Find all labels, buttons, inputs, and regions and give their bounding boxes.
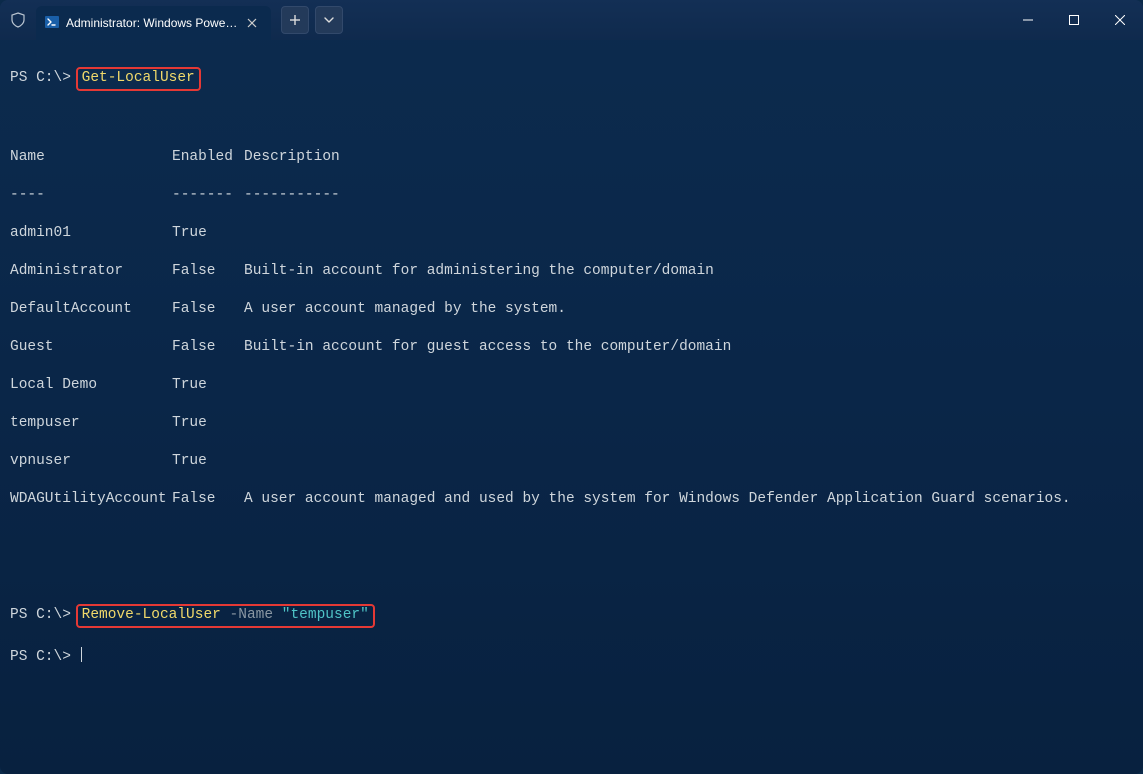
tab-active[interactable]: Administrator: Windows Powe… xyxy=(36,6,271,40)
command-text: Get-LocalUser xyxy=(82,70,195,86)
col-header-name: Name xyxy=(10,148,172,167)
uac-shield-icon xyxy=(0,0,36,40)
col-div: ------- xyxy=(172,186,244,205)
cell-name: admin01 xyxy=(10,224,172,243)
cell-name: Guest xyxy=(10,338,172,357)
cell-description: Built-in account for administering the c… xyxy=(244,262,714,281)
title-bar[interactable]: Administrator: Windows Powe… xyxy=(0,0,1143,40)
minimize-button[interactable] xyxy=(1005,0,1051,40)
cell-description: Built-in account for guest access to the… xyxy=(244,338,731,357)
cell-enabled: True xyxy=(172,224,244,243)
cell-name: Administrator xyxy=(10,262,172,281)
table-row: WDAGUtilityAccountFalseA user account ma… xyxy=(10,490,1133,509)
powershell-icon xyxy=(44,14,60,33)
table-row: DefaultAccountFalseA user account manage… xyxy=(10,300,1133,319)
plus-icon xyxy=(289,14,301,26)
chevron-down-icon xyxy=(324,15,334,25)
command-line-3: PS C:\> xyxy=(10,647,1133,667)
col-header-description: Description xyxy=(244,148,340,167)
title-bar-left: Administrator: Windows Powe… xyxy=(0,0,343,40)
maximize-icon xyxy=(1069,15,1079,25)
table-row: admin01True xyxy=(10,224,1133,243)
col-div: ----------- xyxy=(244,186,340,205)
cell-enabled: False xyxy=(172,262,244,281)
table-header: NameEnabledDescription xyxy=(10,148,1133,167)
tab-title: Administrator: Windows Powe… xyxy=(66,16,237,30)
title-bar-drag-area[interactable] xyxy=(343,0,1005,40)
prompt: PS C:\> xyxy=(10,649,71,665)
command-line-1: PS C:\> Get-LocalUser xyxy=(10,67,1133,91)
maximize-button[interactable] xyxy=(1051,0,1097,40)
cell-enabled: False xyxy=(172,300,244,319)
close-icon xyxy=(247,18,257,28)
terminal-content[interactable]: PS C:\> Get-LocalUser NameEnabledDescrip… xyxy=(0,40,1143,774)
command-line-2: PS C:\> Remove-LocalUser -Name "tempuser… xyxy=(10,604,1133,628)
new-tab-button[interactable] xyxy=(281,6,309,34)
table-divider: ---------------------- xyxy=(10,186,1133,205)
table-row: Local DemoTrue xyxy=(10,376,1133,395)
cell-enabled: True xyxy=(172,376,244,395)
blank-line xyxy=(10,528,1133,547)
table-row: tempuserTrue xyxy=(10,414,1133,433)
prompt: PS C:\> xyxy=(10,70,71,86)
cell-enabled: True xyxy=(172,414,244,433)
prompt: PS C:\> xyxy=(10,607,71,623)
tab-dropdown-button[interactable] xyxy=(315,6,343,34)
blank-line xyxy=(10,566,1133,585)
table-row: GuestFalseBuilt-in account for guest acc… xyxy=(10,338,1133,357)
tab-actions xyxy=(281,6,343,34)
table-row: vpnuserTrue xyxy=(10,452,1133,471)
cell-name: Local Demo xyxy=(10,376,172,395)
highlight-box-2: Remove-LocalUser -Name "tempuser" xyxy=(76,604,375,628)
cell-name: vpnuser xyxy=(10,452,172,471)
cell-description: A user account managed by the system. xyxy=(244,300,566,319)
window-controls xyxy=(1005,0,1143,40)
cell-name: WDAGUtilityAccount xyxy=(10,490,172,509)
col-header-enabled: Enabled xyxy=(172,148,244,167)
blank-line xyxy=(10,110,1133,129)
window: Administrator: Windows Powe… xyxy=(0,0,1143,774)
param-name: -Name xyxy=(221,607,282,623)
minimize-icon xyxy=(1023,15,1033,25)
cursor xyxy=(81,647,82,662)
close-icon xyxy=(1115,15,1125,25)
cell-enabled: False xyxy=(172,338,244,357)
highlight-box-1: Get-LocalUser xyxy=(76,67,201,91)
cell-name: DefaultAccount xyxy=(10,300,172,319)
close-window-button[interactable] xyxy=(1097,0,1143,40)
table-row: AdministratorFalseBuilt-in account for a… xyxy=(10,262,1133,281)
cell-enabled: True xyxy=(172,452,244,471)
cell-enabled: False xyxy=(172,490,244,509)
cell-name: tempuser xyxy=(10,414,172,433)
cmdlet: Remove-LocalUser xyxy=(82,607,221,623)
param-value: "tempuser" xyxy=(282,607,369,623)
tab-close-button[interactable] xyxy=(243,14,261,32)
cell-description: A user account managed and used by the s… xyxy=(244,490,1071,509)
col-div: ---- xyxy=(10,186,172,205)
